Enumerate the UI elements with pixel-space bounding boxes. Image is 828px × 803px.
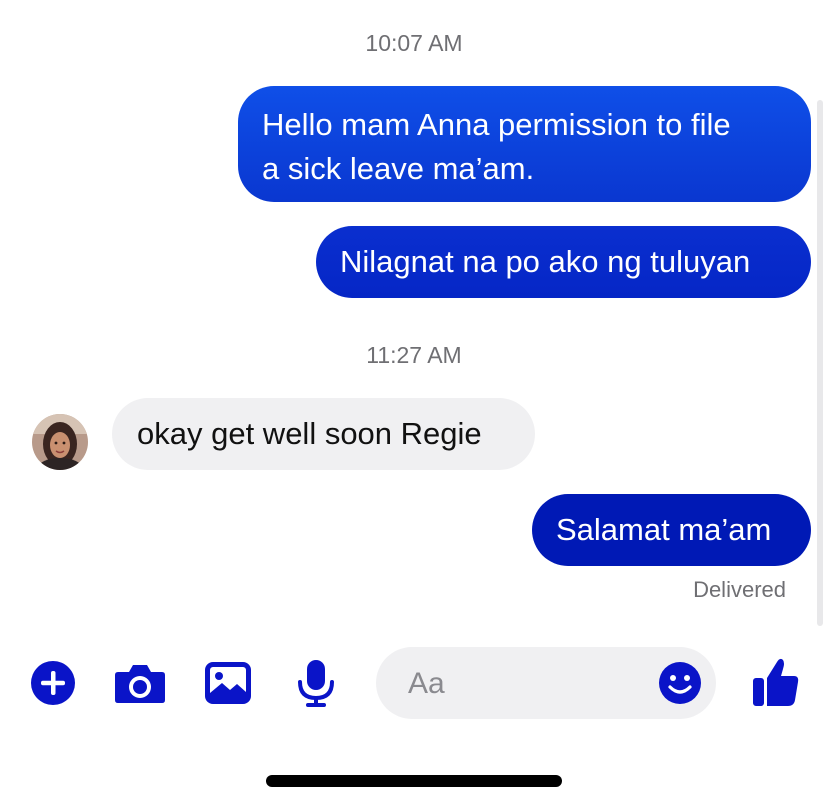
outgoing-message-bubble[interactable]: Nilagnat na po ako ng tuluyan bbox=[316, 226, 811, 298]
incoming-message-bubble[interactable]: okay get well soon Regie bbox=[112, 398, 535, 470]
message-text: Salamat ma’am bbox=[556, 512, 772, 547]
plus-icon[interactable] bbox=[30, 660, 76, 706]
message-text-line: a sick leave ma’am. bbox=[262, 151, 535, 186]
message-text-line: Hello mam Anna permission to file bbox=[262, 107, 731, 142]
microphone-icon[interactable] bbox=[296, 658, 336, 708]
message-input[interactable] bbox=[406, 663, 650, 705]
home-indicator[interactable] bbox=[266, 775, 562, 787]
message-compose-field[interactable] bbox=[376, 647, 716, 719]
message-text: Nilagnat na po ako ng tuluyan bbox=[340, 244, 751, 279]
outgoing-message-bubble[interactable]: Salamat ma’am bbox=[532, 494, 811, 566]
delivery-status: Delivered bbox=[693, 577, 786, 602]
message-text: okay get well soon Regie bbox=[137, 416, 482, 451]
outgoing-message-bubble[interactable]: Hello mam Anna permission to file a sick… bbox=[238, 86, 811, 202]
avatar-image bbox=[32, 414, 88, 470]
timestamp: 10:07 AM bbox=[365, 30, 463, 56]
contact-avatar[interactable] bbox=[32, 414, 88, 470]
emoji-icon[interactable] bbox=[658, 661, 702, 705]
camera-icon[interactable] bbox=[114, 660, 166, 706]
thumbs-up-icon[interactable] bbox=[752, 656, 800, 708]
timestamp: 11:27 AM bbox=[366, 342, 462, 368]
gallery-icon[interactable] bbox=[204, 661, 252, 705]
scrollbar[interactable] bbox=[817, 100, 823, 626]
